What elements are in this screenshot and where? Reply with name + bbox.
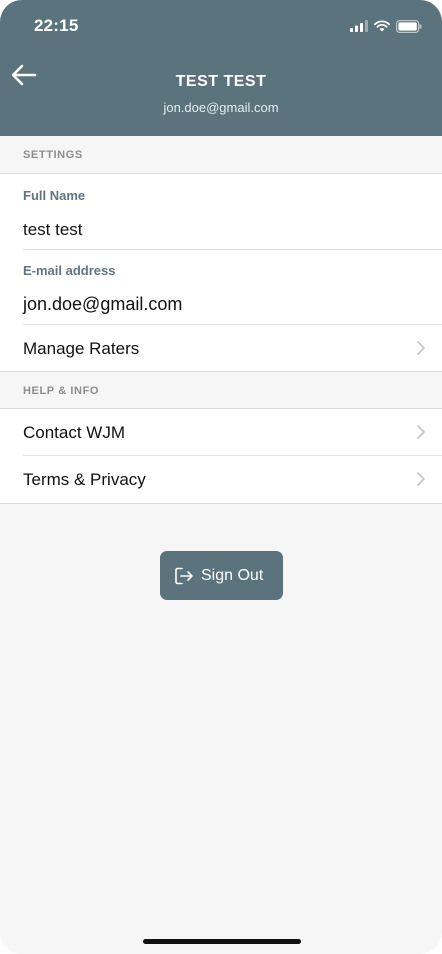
status-bar: 22:15 bbox=[0, 0, 442, 50]
profile-email: jon.doe@gmail.com bbox=[163, 100, 279, 115]
help-group: Contact WJM Terms & Privacy bbox=[0, 409, 442, 504]
chevron-right-icon bbox=[417, 425, 425, 439]
settings-group: Full Name test test E-mail address jon.d… bbox=[0, 174, 442, 371]
sign-out-label: Sign Out bbox=[201, 567, 264, 584]
terms-row[interactable]: Terms & Privacy bbox=[23, 456, 442, 503]
full-name-label: Full Name bbox=[23, 188, 86, 203]
terms-label: Terms & Privacy bbox=[23, 470, 146, 489]
section-header-settings: SETTINGS bbox=[0, 136, 442, 174]
home-indicator[interactable] bbox=[143, 939, 301, 944]
section-header-help: HELP & INFO bbox=[0, 371, 442, 409]
sign-out-icon bbox=[175, 567, 193, 585]
chevron-right-icon bbox=[417, 341, 425, 355]
contact-row[interactable]: Contact WJM bbox=[23, 409, 442, 456]
profile-name: TEST TEST bbox=[175, 73, 267, 90]
email-field[interactable]: jon.doe@gmail.com bbox=[23, 294, 182, 315]
chevron-right-icon bbox=[417, 472, 425, 486]
battery-icon bbox=[396, 19, 422, 33]
full-name-field[interactable]: test test bbox=[23, 220, 83, 240]
profile-header: 22:15 TEST TEST jon.doe@gmail.com bbox=[0, 0, 442, 136]
sign-out-button[interactable]: Sign Out bbox=[160, 551, 283, 600]
divider bbox=[23, 249, 442, 250]
email-label: E-mail address bbox=[23, 263, 116, 278]
app-screen: 22:15 TEST TEST jon.doe@gmail.com SETTIN… bbox=[0, 0, 442, 954]
status-icons bbox=[350, 18, 422, 34]
section-title: HELP & INFO bbox=[23, 385, 100, 397]
manage-raters-row[interactable]: Manage Raters bbox=[23, 325, 442, 372]
signal-icon bbox=[350, 20, 368, 32]
status-time: 22:15 bbox=[34, 16, 79, 35]
manage-raters-label: Manage Raters bbox=[23, 339, 140, 358]
section-title: SETTINGS bbox=[23, 149, 83, 161]
wifi-icon bbox=[374, 20, 390, 32]
contact-label: Contact WJM bbox=[23, 423, 126, 442]
